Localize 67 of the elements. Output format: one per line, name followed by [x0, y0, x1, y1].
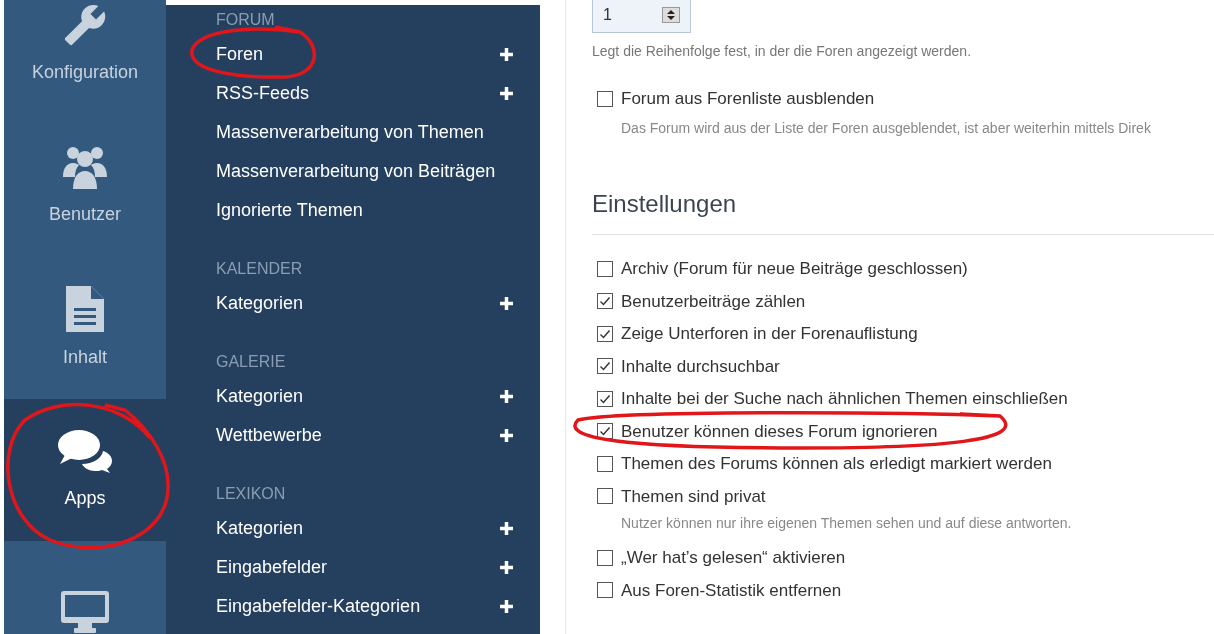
menu-link[interactable]: Kategorien — [216, 383, 304, 410]
menu-link[interactable]: Ignorierte Themen — [216, 197, 363, 224]
check-icon — [599, 392, 611, 405]
checkbox[interactable] — [597, 260, 613, 277]
number-input[interactable]: 1 — [592, 0, 691, 33]
chat-icon — [57, 428, 113, 473]
menu-section-heading: KALENDER — [216, 259, 304, 279]
app-nav-item[interactable]: Apps — [4, 399, 166, 541]
plus-icon[interactable] — [499, 560, 514, 575]
check-icon — [599, 425, 611, 438]
check-icon — [599, 360, 611, 373]
monitor-icon — [61, 591, 109, 633]
checkbox[interactable] — [597, 582, 613, 599]
menu-section-heading: LEXIKON — [216, 484, 287, 504]
checkbox[interactable] — [597, 390, 613, 407]
option-label: „Wer hat’s gelesen“ aktivieren — [621, 548, 846, 568]
users-icon — [61, 144, 109, 189]
hint-text: Nutzer können nur ihre eigenen Themen sehen und auf diese antworten. — [621, 513, 1073, 533]
option-label: Inhalte bei der Suche nach ähnlichen Themen einschließen — [621, 389, 1068, 409]
plus-icon[interactable] — [499, 86, 514, 101]
checkbox[interactable] — [597, 549, 613, 566]
plus-icon[interactable] — [499, 521, 514, 536]
menu-link[interactable]: Massenverarbeitung von Beiträgen — [216, 158, 496, 185]
plus-icon[interactable] — [499, 389, 514, 404]
plus-icon[interactable] — [499, 296, 514, 311]
wrench-icon — [63, 2, 107, 47]
option-label: Inhalte durchsuchbar — [621, 356, 780, 376]
nav-label: Apps — [64, 486, 106, 510]
plus-icon[interactable] — [499, 428, 514, 443]
menu-section-heading: GALERIE — [216, 352, 287, 372]
checkbox[interactable] — [597, 293, 613, 310]
plus-icon[interactable] — [499, 47, 514, 62]
menu-link[interactable]: RSS-Feeds — [216, 80, 310, 107]
spinner-icon[interactable] — [662, 7, 680, 23]
menu-link[interactable]: Kategorien — [216, 515, 304, 542]
checkbox[interactable] — [597, 325, 613, 342]
menu-link[interactable]: Wettbewerbe — [216, 422, 322, 449]
menu-link[interactable]: Eingabefelder — [216, 554, 328, 581]
option-label: Forum aus Forenliste ausblenden — [621, 88, 875, 110]
section-title: Einstellungen — [592, 188, 738, 219]
nav-label: Inhalt — [62, 345, 107, 369]
checkbox[interactable] — [597, 423, 613, 440]
menu-link[interactable]: Eingabefelder-Kategorien — [216, 593, 421, 620]
checkbox[interactable] — [597, 455, 613, 472]
plus-icon[interactable] — [499, 599, 514, 614]
input-value: 1 — [603, 5, 612, 25]
option-label: Zeige Unterforen in der Forenauflistung — [621, 324, 918, 344]
checkbox[interactable] — [597, 358, 613, 375]
option-label: Themen sind privat — [621, 486, 766, 506]
checkbox[interactable] — [597, 90, 613, 107]
menu-link[interactable]: Kategorien — [216, 290, 304, 317]
checkbox[interactable] — [597, 488, 613, 505]
nav-label: Benutzer — [48, 202, 121, 226]
document-icon — [66, 285, 104, 332]
check-icon — [599, 295, 611, 308]
menu-link[interactable]: Foren — [216, 41, 264, 68]
option-label: Themen des Forums können als erledigt markiert werden — [621, 454, 1052, 474]
hint-text: Das Forum wird aus der Liste der Foren ausgeblendet, ist aber weiterhin mittels Direk — [621, 118, 1152, 138]
check-icon — [599, 327, 611, 340]
option-label: Aus Foren-Statistik entfernen — [621, 580, 842, 600]
option-label: Benutzerbeiträge zählen — [621, 291, 806, 311]
hint-text: Legt die Reihenfolge fest, in der die Foren angezeigt werden. — [592, 42, 973, 61]
option-label: Archiv (Forum für neue Beiträge geschlossen) — [621, 259, 968, 279]
menu-link[interactable]: Massenverarbeitung von Themen — [216, 119, 484, 146]
nav-label: Konfiguration — [31, 60, 139, 84]
option-label: Benutzer können dieses Forum ignorieren — [621, 421, 938, 441]
menu-section-heading: FORUM — [216, 10, 276, 30]
